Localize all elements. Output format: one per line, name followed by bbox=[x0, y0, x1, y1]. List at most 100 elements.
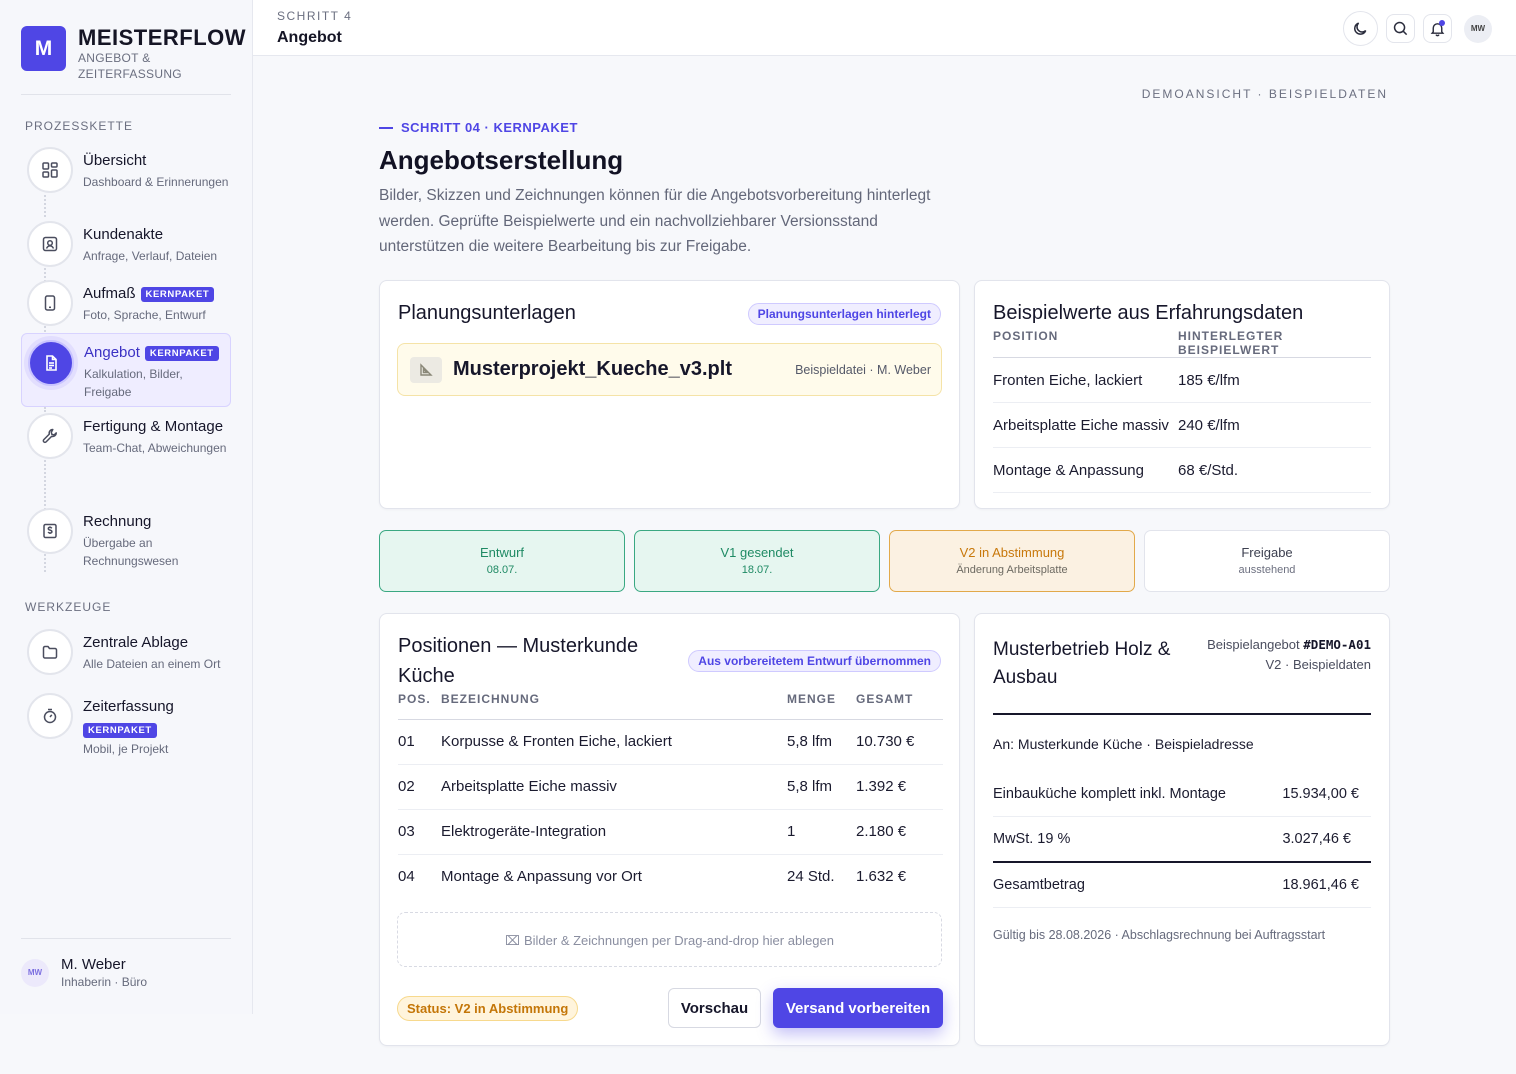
table-row[interactable]: 01 Korpusse & Fronten Eiche, lackiert 5,… bbox=[398, 719, 943, 764]
sidebar-item-kundenakte[interactable]: Kundenakte Anfrage, Verlauf, Dateien bbox=[21, 221, 231, 271]
sidebar-item-desc: Anfrage, Verlauf, Dateien bbox=[83, 249, 218, 263]
topbar: SCHRITT 4 Angebot MW bbox=[253, 0, 1516, 56]
step-eyebrow: SCHRITT 04 · KERNPAKET bbox=[379, 120, 578, 135]
offer-line: MwSt. 19 % 3.027,46 € bbox=[993, 817, 1371, 861]
sidebar-divider bbox=[21, 938, 231, 939]
search-icon bbox=[1393, 21, 1408, 36]
position-cell: Arbeitsplatte Eiche massiv bbox=[993, 416, 1169, 434]
file-row[interactable]: Musterprojekt_Kueche_v3.plt Beispieldate… bbox=[397, 343, 942, 396]
sidebar-item-title: Kundenakte bbox=[83, 226, 164, 243]
version-label: Entwurf bbox=[479, 545, 525, 560]
dashboard-icon bbox=[27, 147, 73, 193]
file-name: Musterprojekt_Kueche_v3.plt bbox=[453, 358, 732, 380]
offer-footer: Gültig bis 28.08.2026 · Abschlagsrechnun… bbox=[993, 928, 1326, 942]
desc-cell: Arbeitsplatte Eiche massiv bbox=[441, 778, 617, 795]
reference-values-card: Beispielwerte aus Erfahrungsdaten POSITI… bbox=[974, 280, 1390, 509]
sidebar-item-title: Übersicht bbox=[83, 152, 147, 169]
notifications-button[interactable] bbox=[1423, 14, 1452, 43]
reference-table: POSITION HINTERLEGTER BEISPIELWERT Front… bbox=[993, 329, 1371, 493]
search-button[interactable] bbox=[1386, 14, 1415, 43]
version-sub: ausstehend bbox=[1238, 564, 1296, 576]
version-step-v1[interactable]: V1 gesendet 18.07. bbox=[634, 530, 880, 592]
sidebar-item-rechnung[interactable]: Rechnung Übergabe an Rechnungswesen bbox=[21, 508, 231, 572]
pos-cell: 04 bbox=[398, 868, 415, 886]
brand-logo: M bbox=[21, 26, 66, 71]
version-label: V2 in Abstimmung bbox=[959, 545, 1065, 560]
sidebar-item-uebersicht[interactable]: Übersicht Dashboard & Erinnerungen bbox=[21, 147, 231, 211]
offer-number: #DEMO-A01 bbox=[1303, 637, 1371, 652]
file-drop-zone[interactable]: ⌧ Bilder & Zeichnungen per Drag-and-drop … bbox=[397, 912, 942, 967]
total-cell: 10.730 € bbox=[856, 733, 915, 750]
reference-title: Beispielwerte aus Erfahrungsdaten bbox=[993, 302, 1304, 324]
value-cell: 68 €/Std. bbox=[1178, 461, 1239, 479]
offer-preview-card: Musterbetrieb Holz & Ausbau Beispielange… bbox=[974, 613, 1390, 1046]
avatar[interactable]: MW bbox=[1464, 14, 1492, 43]
version-sub: 18.07. bbox=[741, 564, 773, 576]
planning-card: Planungsunterlagen Planungsunterlagen hi… bbox=[379, 280, 960, 509]
page-title: Angebotserstellung bbox=[379, 145, 624, 175]
pos-cell: 02 bbox=[398, 778, 415, 795]
version-sub: 08.07. bbox=[486, 564, 518, 576]
qty-cell: 24 Std. bbox=[787, 868, 835, 886]
col-header-desc: BEZEICHNUNG bbox=[441, 692, 541, 706]
sidebar-item-title: Zeiterfassung bbox=[83, 698, 174, 715]
user-role: Inhaberin · Büro bbox=[61, 975, 148, 989]
version-step-freigabe[interactable]: Freigabe ausstehend bbox=[1144, 530, 1390, 592]
table-row: Montage & Anpassung 68 €/Std. bbox=[993, 448, 1371, 493]
demo-note: DEMOANSICHT · BEISPIELDATEN bbox=[1141, 87, 1388, 101]
offer-line-value: 15.934,00 € bbox=[1282, 786, 1359, 802]
sidebar-divider bbox=[21, 94, 231, 95]
total-cell: 1.392 € bbox=[856, 778, 907, 795]
sidebar-item-desc: Übergabe an Rechnungswesen bbox=[83, 536, 179, 568]
folder-icon bbox=[27, 629, 73, 675]
kernpaket-badge: KERNPAKET bbox=[144, 345, 219, 361]
avatar: MW bbox=[21, 958, 49, 987]
qty-cell: 5,8 lfm bbox=[787, 778, 833, 795]
offer-line: Einbauküche komplett inkl. Montage 15.93… bbox=[993, 772, 1371, 817]
table-row[interactable]: 03 Elektrogeräte-Integration 1 2.180 € bbox=[398, 809, 943, 854]
sidebar-item-fertigung[interactable]: Fertigung & Montage Team-Chat, Abweichun… bbox=[21, 413, 231, 495]
top-step-label: SCHRITT 4 bbox=[277, 9, 353, 23]
col-header-value: HINTERLEGTER BEISPIELWERT bbox=[1178, 329, 1284, 357]
version-step-v2[interactable]: V2 in Abstimmung Änderung Arbeitsplatte bbox=[889, 530, 1135, 592]
pos-cell: 01 bbox=[398, 733, 415, 750]
position-cell: Fronten Eiche, lackiert bbox=[993, 371, 1143, 389]
brand[interactable]: M MEISTERFLOW ANGEBOT & ZEITERFASSUNG bbox=[21, 26, 246, 82]
planning-title: Planungsunterlagen bbox=[398, 302, 576, 324]
positions-table: POS. BEZEICHNUNG MENGE GESAMT 01 Korpuss… bbox=[398, 692, 943, 899]
offer-company: Musterbetrieb Holz & Ausbau bbox=[993, 639, 1171, 688]
offer-recipient: An: Musterkunde Küche · Beispieladresse bbox=[993, 736, 1254, 752]
version-label: V1 gesendet bbox=[720, 545, 794, 560]
table-row[interactable]: 02 Arbeitsplatte Eiche massiv 5,8 lfm 1.… bbox=[398, 764, 943, 809]
sidebar-item-aufmass[interactable]: Aufmaß KERNPAKET Foto, Sprache, Entwurf bbox=[21, 280, 231, 330]
sidebar-item-desc: Mobil, je Projekt bbox=[83, 742, 169, 756]
section-label-process: PROZESSKETTE bbox=[25, 119, 134, 133]
desc-cell: Montage & Anpassung vor Ort bbox=[441, 868, 642, 886]
position-cell: Montage & Anpassung bbox=[993, 461, 1144, 479]
value-cell: 240 €/lfm bbox=[1178, 416, 1240, 434]
sidebar-item-desc: Team-Chat, Abweichungen bbox=[83, 441, 227, 455]
theme-toggle-button[interactable] bbox=[1343, 11, 1378, 46]
sidebar-item-zentrale-ablage[interactable]: Zentrale Ablage Alle Dateien an einem Or… bbox=[21, 629, 231, 679]
preview-button[interactable]: Vorschau bbox=[668, 988, 761, 1028]
desc-cell: Korpusse & Fronten Eiche, lackiert bbox=[441, 733, 672, 750]
wrench-icon bbox=[27, 413, 73, 459]
contact-icon bbox=[27, 221, 73, 267]
sidebar-item-angebot[interactable]: Angebot KERNPAKET Kalkulation, Bilder, Fr… bbox=[21, 333, 231, 407]
kernpaket-badge: KERNPAKET bbox=[140, 286, 215, 302]
col-header-pos: POS. bbox=[398, 692, 431, 706]
offer-total-label: Gesamtbetrag bbox=[993, 877, 1085, 893]
page-intro: Bilder, Skizzen und Zeichnungen können f… bbox=[379, 187, 931, 255]
drop-zone-text: Bilder & Zeichnungen per Drag-and-drop h… bbox=[523, 933, 834, 948]
sidebar-item-zeiterfassung[interactable]: Zeiterfassung KERNPAKET Mobil, je Projek… bbox=[21, 693, 231, 757]
user-profile[interactable]: MW M. Weber Inhaberin · Büro bbox=[21, 956, 147, 989]
prepare-send-button[interactable]: Versand vorbereiten bbox=[773, 988, 943, 1028]
sidebar-item-desc: Kalkulation, Bilder, Freigabe bbox=[84, 367, 183, 399]
table-row[interactable]: 04 Montage & Anpassung vor Ort 24 Std. 1… bbox=[398, 854, 943, 899]
user-name: M. Weber bbox=[61, 956, 126, 973]
offer-total-value: 18.961,46 € bbox=[1282, 877, 1359, 893]
offer-total-row: Gesamtbetrag 18.961,46 € bbox=[993, 863, 1371, 908]
kernpaket-badge: KERNPAKET bbox=[83, 723, 157, 738]
version-step-entwurf[interactable]: Entwurf 08.07. bbox=[379, 530, 625, 592]
col-header-total: GESAMT bbox=[856, 692, 914, 706]
